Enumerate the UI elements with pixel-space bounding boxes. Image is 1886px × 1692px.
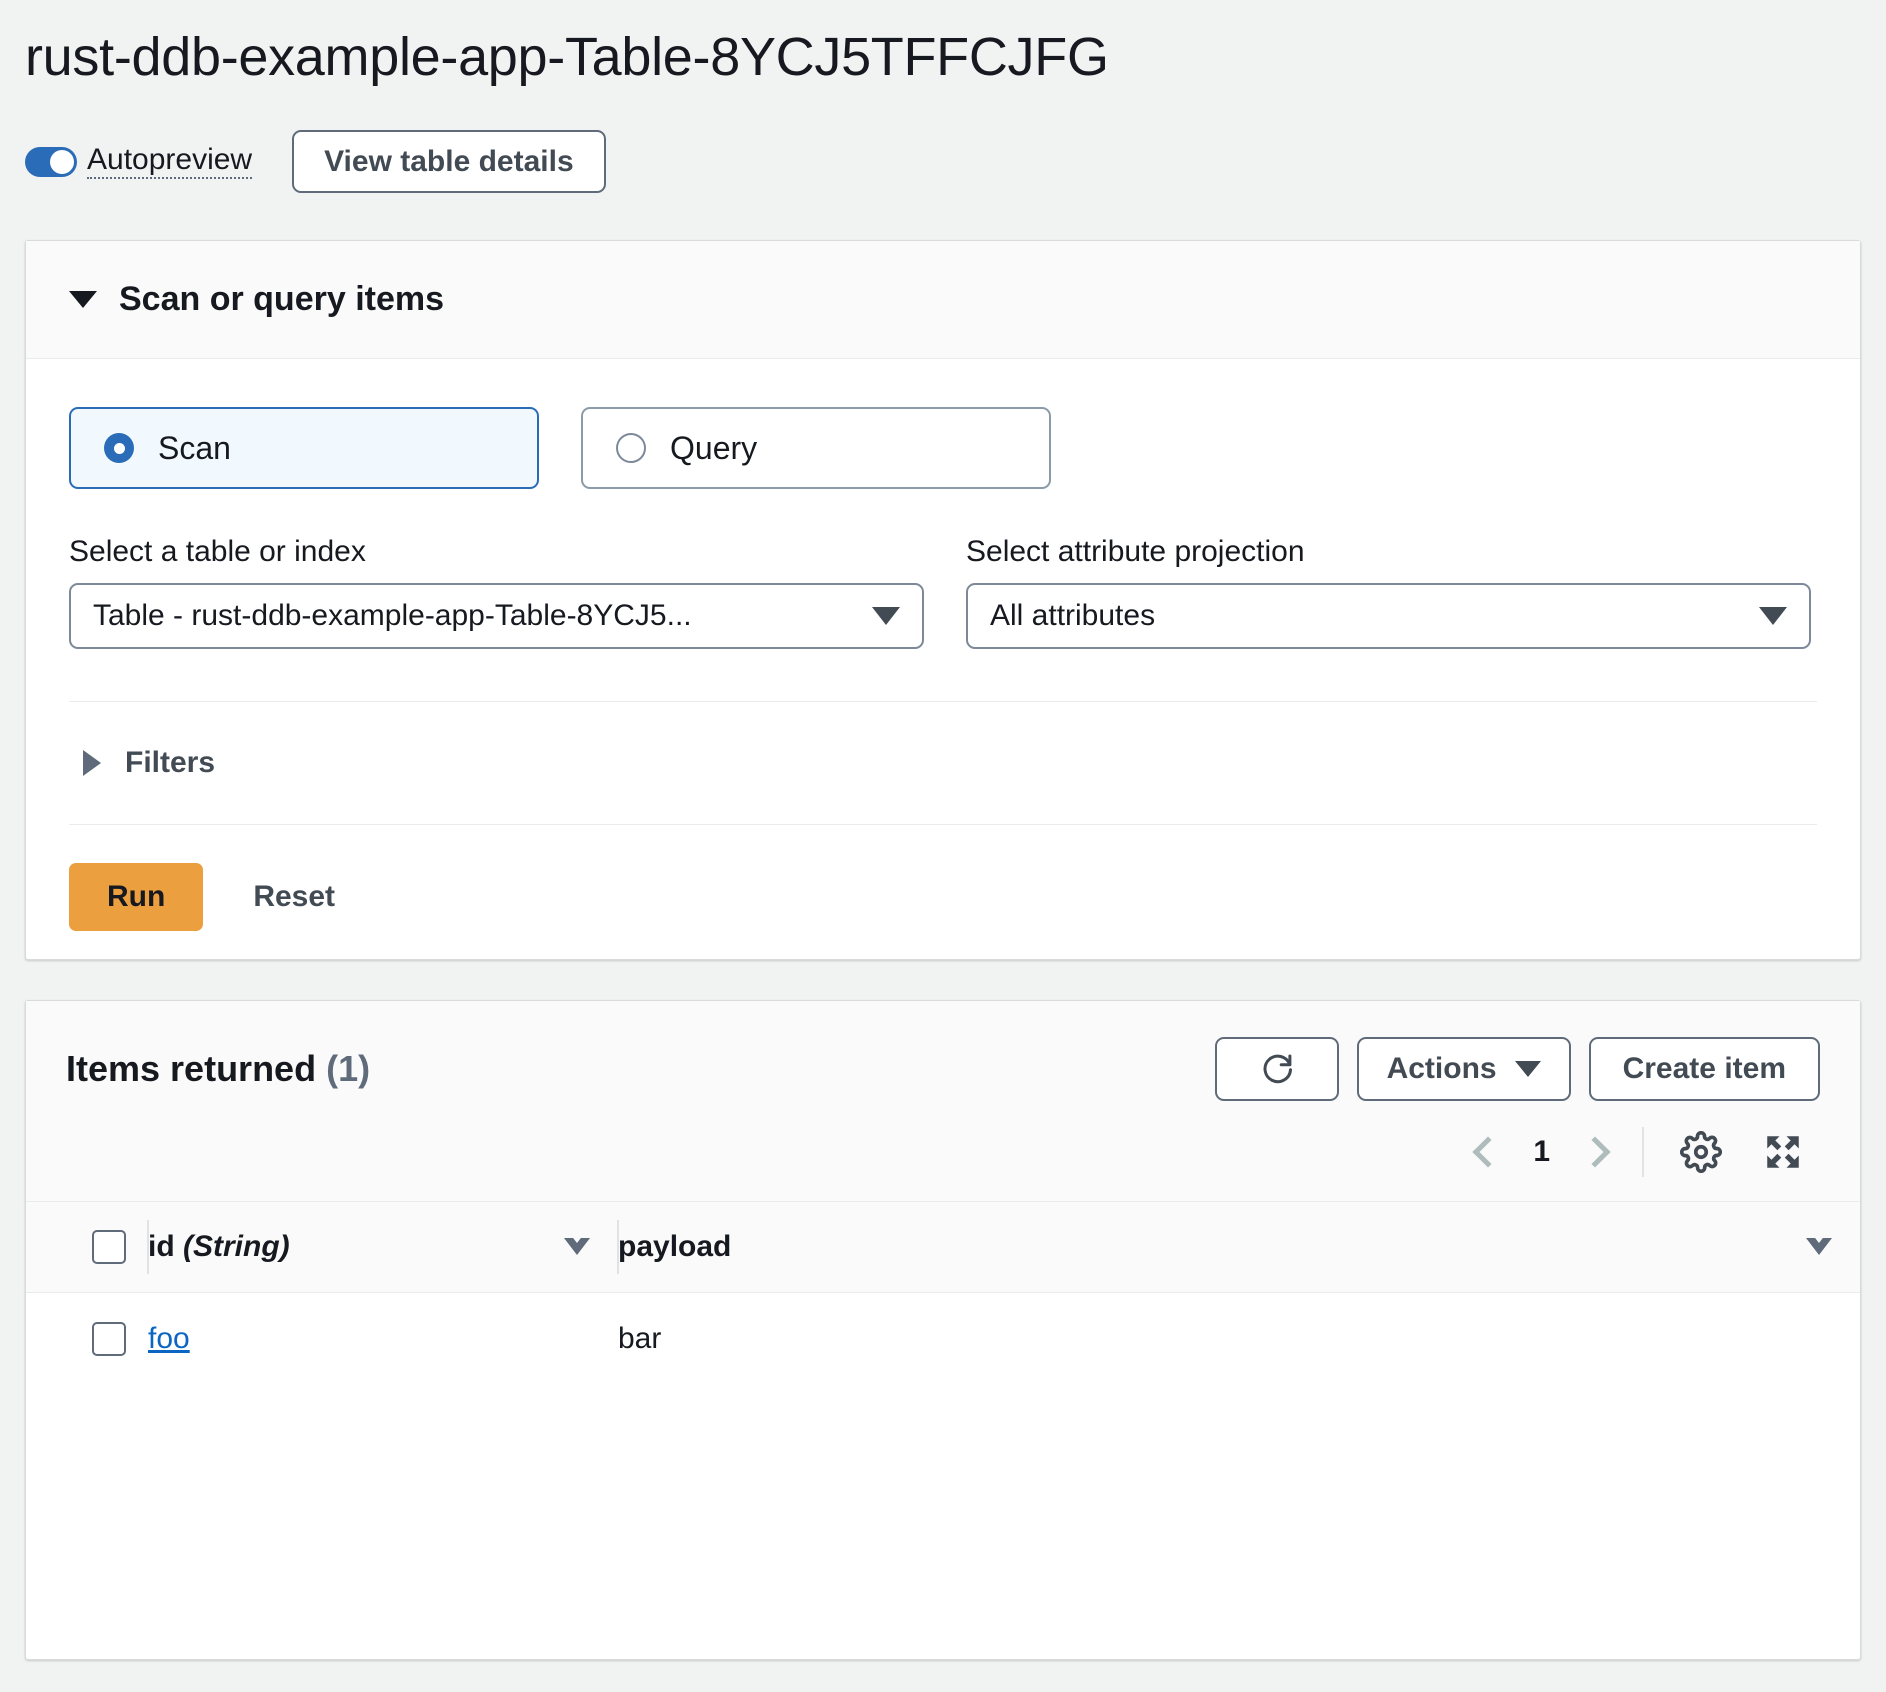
column-id-name: id <box>148 1230 175 1263</box>
chevron-left-icon[interactable] <box>1473 1136 1504 1167</box>
reset-button[interactable]: Reset <box>223 863 365 931</box>
cell-payload: bar <box>618 1292 1860 1386</box>
items-panel-header: Items returned (1) Actions <box>26 1001 1860 1202</box>
table-header-row: id (String) payload <box>26 1202 1860 1292</box>
items-action-buttons: Actions Create item <box>1215 1037 1820 1101</box>
cell-id: foo <box>148 1292 618 1386</box>
gear-icon[interactable] <box>1680 1131 1722 1173</box>
autopreview-toggle[interactable] <box>25 147 77 177</box>
refresh-icon <box>1259 1051 1295 1087</box>
chevron-down-icon[interactable] <box>69 291 97 308</box>
items-returned-title: Items returned (1) <box>66 1048 370 1090</box>
chevron-down-icon <box>1515 1061 1541 1077</box>
items-table-body: foo bar <box>26 1292 1860 1386</box>
create-item-button[interactable]: Create item <box>1589 1037 1820 1101</box>
page-root: rust-ddb-example-app-Table-8YCJ5TFFCJFG … <box>0 0 1886 1692</box>
row-checkbox[interactable] <box>92 1322 126 1356</box>
items-header-top-row: Items returned (1) Actions <box>66 1037 1820 1101</box>
toggle-knob <box>50 150 74 174</box>
chevron-right-icon[interactable] <box>83 750 101 776</box>
table-row[interactable]: foo bar <box>26 1292 1860 1386</box>
radio-icon-scan <box>104 433 134 463</box>
radio-icon-query <box>616 433 646 463</box>
items-table-head: id (String) payload <box>26 1202 1860 1292</box>
scan-panel-title: Scan or query items <box>119 280 444 319</box>
attribute-projection-field: Select attribute projection All attribut… <box>966 535 1811 649</box>
column-payload-name: payload <box>618 1230 731 1264</box>
actions-button-label: Actions <box>1387 1052 1497 1086</box>
chevron-down-icon <box>872 607 900 625</box>
items-returned-panel: Items returned (1) Actions <box>25 1000 1861 1660</box>
header-controls: Autopreview View table details <box>25 130 606 193</box>
radio-option-scan[interactable]: Scan <box>69 407 539 489</box>
table-or-index-field: Select a table or index Table - rust-ddb… <box>69 535 924 649</box>
sort-icon-id[interactable] <box>564 1238 590 1255</box>
radio-label-scan: Scan <box>158 430 231 467</box>
autopreview-label: Autopreview <box>87 144 252 180</box>
actions-dropdown-button[interactable]: Actions <box>1357 1037 1571 1101</box>
column-header-id-text: id (String) <box>148 1230 290 1264</box>
table-or-index-select[interactable]: Table - rust-ddb-example-app-Table-8YCJ5… <box>69 583 924 649</box>
scan-mode-radio-group: Scan Query <box>69 407 1817 489</box>
column-id-type: (String) <box>183 1230 290 1263</box>
items-table: id (String) payload <box>26 1202 1860 1386</box>
radio-option-query[interactable]: Query <box>581 407 1051 489</box>
scan-action-row: Run Reset <box>69 825 1817 931</box>
scan-or-query-panel: Scan or query items Scan Query Select a … <box>25 240 1861 960</box>
page-title: rust-ddb-example-app-Table-8YCJ5TFFCJFG <box>25 26 1109 88</box>
items-returned-label: Items returned <box>66 1048 316 1089</box>
autopreview-toggle-wrap[interactable]: Autopreview <box>25 144 252 180</box>
attribute-projection-value: All attributes <box>990 599 1155 633</box>
attribute-projection-select[interactable]: All attributes <box>966 583 1811 649</box>
item-link-foo[interactable]: foo <box>148 1322 190 1355</box>
page-number[interactable]: 1 <box>1521 1135 1562 1169</box>
column-header-id[interactable]: id (String) <box>148 1202 618 1292</box>
table-or-index-value: Table - rust-ddb-example-app-Table-8YCJ5… <box>93 599 692 633</box>
select-all-header <box>26 1202 148 1292</box>
filters-toggle[interactable]: Filters <box>69 702 1817 780</box>
refresh-button[interactable] <box>1215 1037 1339 1101</box>
scan-panel-header[interactable]: Scan or query items <box>26 241 1860 359</box>
radio-label-query: Query <box>670 430 757 467</box>
chevron-right-icon[interactable] <box>1579 1136 1610 1167</box>
chevron-down-icon <box>1759 607 1787 625</box>
toolbar-divider <box>1642 1127 1644 1177</box>
scan-panel-body: Scan Query Select a table or index Table… <box>26 359 1860 931</box>
table-or-index-label: Select a table or index <box>69 535 924 569</box>
run-button[interactable]: Run <box>69 863 203 931</box>
items-returned-count: (1) <box>326 1048 370 1089</box>
scan-fields-row: Select a table or index Table - rust-ddb… <box>69 535 1817 649</box>
expand-icon[interactable] <box>1762 1131 1804 1173</box>
row-select-cell <box>26 1292 148 1386</box>
column-header-payload[interactable]: payload <box>618 1202 1860 1292</box>
sort-icon-payload[interactable] <box>1806 1238 1832 1255</box>
select-all-checkbox[interactable] <box>92 1230 126 1264</box>
attribute-projection-label: Select attribute projection <box>966 535 1811 569</box>
filters-label: Filters <box>125 746 215 780</box>
view-table-details-button[interactable]: View table details <box>292 130 606 193</box>
pagination-row: 1 <box>66 1127 1820 1177</box>
